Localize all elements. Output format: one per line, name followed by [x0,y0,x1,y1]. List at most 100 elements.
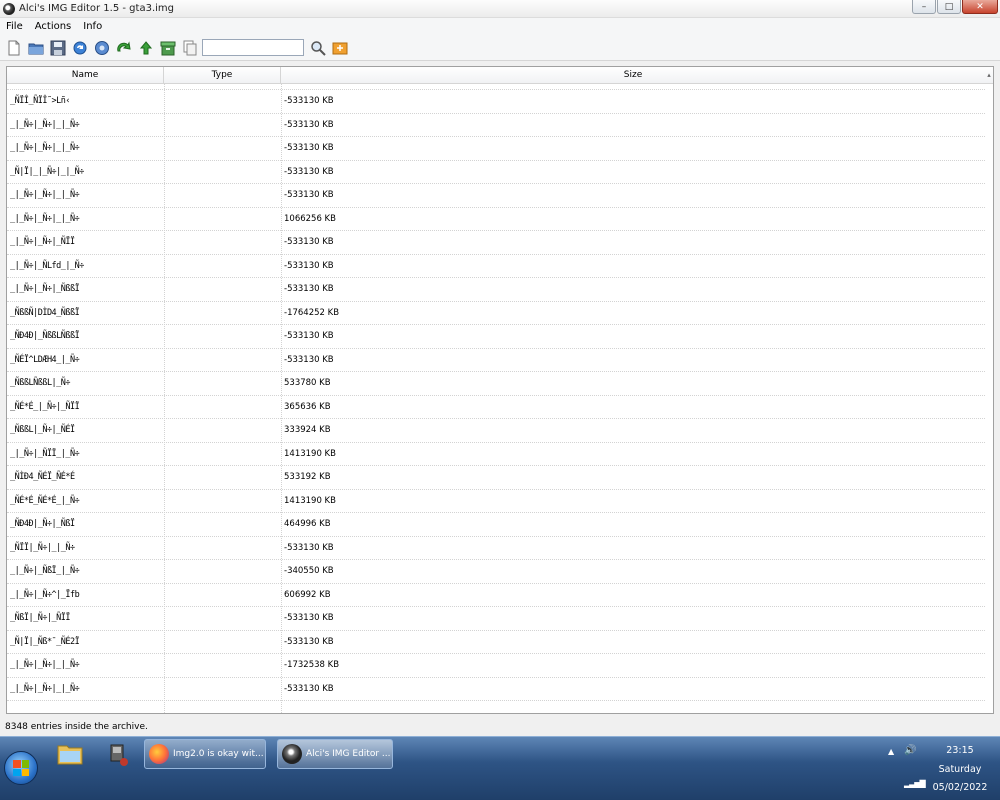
entry-size: -533130 KB [284,613,334,623]
network-icon[interactable]: ▂▃▅▇ [904,779,926,788]
status-bar: 8348 entries inside the archive. [0,719,1000,736]
table-row[interactable]: _|_Ñ÷|_Ñ÷|_|_Ñ÷ -1732538 KB [7,654,985,678]
new-file-icon[interactable] [4,38,23,57]
entries-table[interactable]: Name Type Size ▴ _ÑÏÎ_ÑÏÎ˜>Lñ‹ -533130 KB… [6,66,994,714]
table-row[interactable]: _ÑÐ4Ð|_ÑßßLÑßßÏ -533130 KB [7,325,985,349]
show-hidden-icons-icon[interactable]: ▲ [888,747,894,756]
table-row[interactable]: _ÑÉ*É_ÑÉ*É_|_Ñ÷ 1413190 KB [7,490,985,513]
table-row[interactable]: _ÑÉ*É_|_Ñ÷|_ÑÏÏ 365636 KB [7,396,985,419]
settings-gear-icon[interactable] [92,38,111,57]
table-row[interactable]: _|_Ñ÷|_Ñ÷|_|_Ñ÷ -533130 KB [7,184,985,208]
entry-type [165,631,280,654]
app-icon [3,2,15,15]
entry-size: 1413190 KB [284,495,336,506]
table-row[interactable]: _|_Ñ÷|_Ñ÷|_ÑÏÏ -533130 KB [7,231,985,255]
table-row[interactable] [7,67,985,90]
entry-type [165,466,280,489]
search-input[interactable] [202,39,304,56]
table-row[interactable]: _|_Ñ÷|_Ñ÷^|_Ïfb 606992 KB [7,584,985,607]
entry-name: _ÑßßLÑßßL|_Ñ÷ [10,378,71,388]
start-button[interactable] [4,751,38,785]
table-row[interactable]: _ÑÉÏ^LDÆH4_|_Ñ÷ -533130 KB [7,349,985,372]
entry-type [165,325,280,348]
entry-type [165,584,280,607]
firefox-icon [149,744,169,764]
entry-name: _Ñ|Ï|_Ñß*¯_ÑÉ2Ï [10,636,80,647]
entry-size: -1764252 KB [284,307,340,318]
entry-name: _|_Ñ÷|_ÑßÏ_|_Ñ÷ [10,566,80,576]
entry-type [165,349,280,372]
clock-day[interactable]: Saturday [930,764,990,775]
entry-type [165,208,280,231]
table-row[interactable]: _|_Ñ÷|_Ñ÷|_|_Ñ÷ -533130 KB [7,678,985,701]
taskbar-img-editor-button[interactable]: Alci's IMG Editor ... [277,739,393,769]
explorer-folder-icon[interactable] [52,739,88,769]
archive-box-icon[interactable] [158,38,177,57]
toolbar [0,35,1000,61]
volume-icon[interactable]: 🔊 [904,745,916,756]
table-row[interactable]: _|_Ñ÷|_Ñ÷|_ÑßßÏ -533130 KB [7,278,985,302]
entry-type [165,419,280,442]
entry-type [165,90,280,113]
entry-type [165,607,280,630]
entry-type [165,231,280,254]
scroll-up-icon[interactable]: ▴ [985,67,993,84]
entry-type [165,161,280,184]
title-bar: Alci's IMG Editor 1.5 - gta3.img – □ ✕ [0,0,1000,18]
entry-size: -533130 KB [284,119,334,130]
entry-type [165,114,280,137]
table-row[interactable]: _Ñ|Ï|_Ñß*¯_ÑÉ2Ï -533130 KB [7,631,985,654]
table-row[interactable]: _ÑÐ4Ð|_Ñ÷|_ÑßÏ 464996 KB [7,513,985,537]
table-row[interactable]: _ÑßÏ|_Ñ÷|_ÑÏÏ -533130 KB [7,607,985,631]
table-row[interactable]: _|_Ñ÷|_Ñ÷|_|_Ñ÷ 1066256 KB [7,208,985,231]
open-folder-icon[interactable] [26,38,45,57]
table-row[interactable]: _ÑßßÑ|DÌD4_ÑßßÏ -1764252 KB [7,302,985,325]
entry-name: _ÑÉÏ^LDÆH4_|_Ñ÷ [10,354,80,365]
import-arrow-icon[interactable] [136,38,155,57]
search-icon[interactable] [308,38,327,57]
refresh-icon[interactable] [70,38,89,57]
table-row[interactable]: _|_Ñ÷|_ÑLfd_|_Ñ÷ -533130 KB [7,255,985,278]
entry-name: _ÑÏÎ_ÑÏÎ˜>Lñ‹ [10,96,71,106]
table-row[interactable]: _|_Ñ÷|_Ñ÷|_|_Ñ÷ -533130 KB [7,114,985,137]
table-row[interactable]: _ÑßßLÑßßL|_Ñ÷ 533780 KB [7,372,985,396]
save-icon[interactable] [48,38,67,57]
entry-size: -533130 KB [284,542,334,553]
entry-size: -533130 KB [284,260,334,271]
close-button[interactable]: ✕ [962,0,998,14]
entry-size: -533130 KB [284,237,334,247]
entry-name: _|_Ñ÷|_Ñ÷|_|_Ñ÷ [10,213,80,224]
copy-pages-icon[interactable] [180,38,199,57]
entry-name: _ÑßßÑ|DÌD4_ÑßßÏ [10,307,80,318]
entry-size: 533192 KB [284,472,331,482]
menu-info[interactable]: Info [77,21,108,32]
table-row[interactable]: _ÑÏÏ|_Ñ÷|_|_Ñ÷ -533130 KB [7,537,985,560]
clock-date[interactable]: 05/02/2022 [930,782,990,793]
entry-type [165,302,280,325]
maximize-button[interactable]: □ [937,0,961,14]
table-row[interactable]: _|_Ñ÷|_ÑßÏ_|_Ñ÷ -340550 KB [7,560,985,584]
entry-name: _|_Ñ÷|_Ñ÷|_ÑßßÏ [10,284,80,294]
menu-file[interactable]: File [0,21,29,32]
export-icon[interactable] [330,38,349,57]
taskbar: Img2.0 is okay wit... Alci's IMG Editor … [0,736,1000,800]
entry-name: _|_Ñ÷|_Ñ÷|_|_Ñ÷ [10,660,80,670]
menu-actions[interactable]: Actions [29,21,78,32]
table-row[interactable]: _ÑÏÎ_ÑÏÎ˜>Lñ‹ -533130 KB [7,90,985,114]
clock-time[interactable]: 23:15 [930,745,990,756]
entry-name: _|_Ñ÷|_Ñ÷|_|_Ñ÷ [10,119,80,130]
entry-size: -1732538 KB [284,660,340,670]
table-row[interactable]: _Ñ|Ï|_|_Ñ÷|_|_Ñ÷ -533130 KB [7,161,985,184]
table-row[interactable]: _|_Ñ÷|_Ñ÷|_|_Ñ÷ -533130 KB [7,137,985,161]
entry-size: 464996 KB [284,519,331,529]
img-editor-icon [282,744,302,764]
entry-size: -340550 KB [284,566,334,576]
table-row[interactable]: _ÑÌÐ4_ÑÉÏ_ÑÉ*É 533192 KB [7,466,985,490]
table-row[interactable]: _ÑßßL|_Ñ÷|_ÑÉÏ 333924 KB [7,419,985,443]
taskbar-firefox-button[interactable]: Img2.0 is okay wit... [144,739,266,769]
minimize-button[interactable]: – [912,0,936,14]
table-row[interactable]: _|_Ñ÷|_ÑÏÏ_|_Ñ÷ 1413190 KB [7,443,985,466]
entry-type [165,654,280,677]
redo-arrow-icon[interactable] [114,38,133,57]
app-shortcut-icon[interactable] [100,739,136,769]
